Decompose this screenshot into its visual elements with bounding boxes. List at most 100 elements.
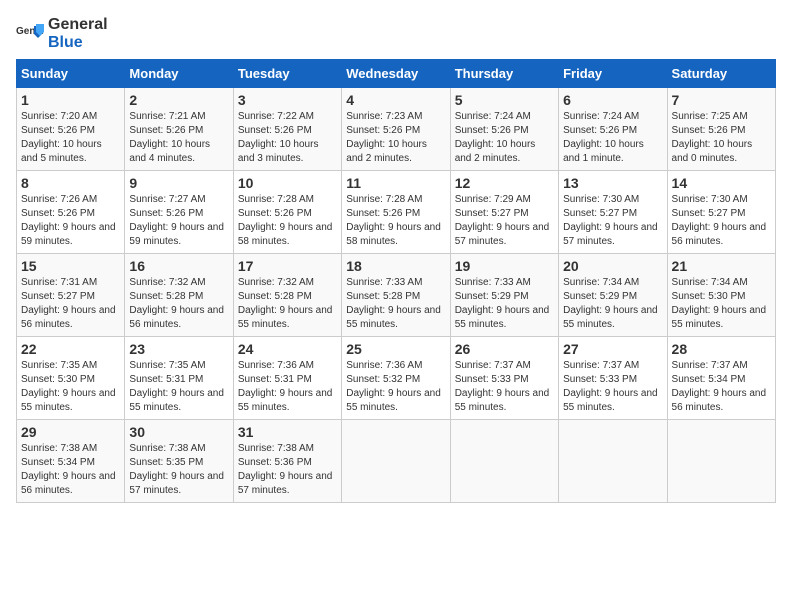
day-info: Sunrise: 7:35 AM Sunset: 5:30 PM Dayligh…: [21, 359, 120, 415]
calendar-header: SundayMondayTuesdayWednesdayThursdayFrid…: [17, 60, 776, 88]
calendar-cell: 13 Sunrise: 7:30 AM Sunset: 5:27 PM Dayl…: [559, 171, 667, 254]
day-info: Sunrise: 7:24 AM Sunset: 5:26 PM Dayligh…: [563, 110, 662, 166]
day-number: 18: [346, 258, 445, 274]
day-number: 8: [21, 175, 120, 191]
calendar-cell: 31 Sunrise: 7:38 AM Sunset: 5:36 PM Dayl…: [233, 420, 341, 503]
calendar-cell: 3 Sunrise: 7:22 AM Sunset: 5:26 PM Dayli…: [233, 88, 341, 171]
day-number: 13: [563, 175, 662, 191]
weekday-header-thursday: Thursday: [450, 60, 558, 88]
logo-icon: General: [16, 20, 44, 48]
weekday-header-saturday: Saturday: [667, 60, 775, 88]
day-number: 23: [129, 341, 228, 357]
day-number: 7: [672, 92, 771, 108]
calendar-cell: [559, 420, 667, 503]
calendar-week-3: 15 Sunrise: 7:31 AM Sunset: 5:27 PM Dayl…: [17, 254, 776, 337]
day-info: Sunrise: 7:32 AM Sunset: 5:28 PM Dayligh…: [129, 276, 228, 332]
day-number: 6: [563, 92, 662, 108]
day-info: Sunrise: 7:22 AM Sunset: 5:26 PM Dayligh…: [238, 110, 337, 166]
day-number: 29: [21, 424, 120, 440]
calendar-cell: 18 Sunrise: 7:33 AM Sunset: 5:28 PM Dayl…: [342, 254, 450, 337]
day-number: 28: [672, 341, 771, 357]
calendar-cell: 7 Sunrise: 7:25 AM Sunset: 5:26 PM Dayli…: [667, 88, 775, 171]
calendar-table: SundayMondayTuesdayWednesdayThursdayFrid…: [16, 59, 776, 503]
day-number: 16: [129, 258, 228, 274]
day-info: Sunrise: 7:27 AM Sunset: 5:26 PM Dayligh…: [129, 193, 228, 249]
day-number: 15: [21, 258, 120, 274]
day-number: 31: [238, 424, 337, 440]
logo-text: General Blue: [48, 16, 108, 51]
calendar-cell: 14 Sunrise: 7:30 AM Sunset: 5:27 PM Dayl…: [667, 171, 775, 254]
calendar-cell: 4 Sunrise: 7:23 AM Sunset: 5:26 PM Dayli…: [342, 88, 450, 171]
calendar-cell: [450, 420, 558, 503]
calendar-cell: 6 Sunrise: 7:24 AM Sunset: 5:26 PM Dayli…: [559, 88, 667, 171]
calendar-cell: 5 Sunrise: 7:24 AM Sunset: 5:26 PM Dayli…: [450, 88, 558, 171]
day-number: 11: [346, 175, 445, 191]
day-info: Sunrise: 7:34 AM Sunset: 5:30 PM Dayligh…: [672, 276, 771, 332]
day-info: Sunrise: 7:33 AM Sunset: 5:28 PM Dayligh…: [346, 276, 445, 332]
calendar-cell: 15 Sunrise: 7:31 AM Sunset: 5:27 PM Dayl…: [17, 254, 125, 337]
weekday-header-wednesday: Wednesday: [342, 60, 450, 88]
day-info: Sunrise: 7:38 AM Sunset: 5:36 PM Dayligh…: [238, 442, 337, 498]
calendar-cell: 22 Sunrise: 7:35 AM Sunset: 5:30 PM Dayl…: [17, 337, 125, 420]
calendar-cell: 11 Sunrise: 7:28 AM Sunset: 5:26 PM Dayl…: [342, 171, 450, 254]
day-info: Sunrise: 7:38 AM Sunset: 5:35 PM Dayligh…: [129, 442, 228, 498]
calendar-cell: 26 Sunrise: 7:37 AM Sunset: 5:33 PM Dayl…: [450, 337, 558, 420]
day-number: 4: [346, 92, 445, 108]
header: General General Blue: [16, 16, 776, 51]
day-info: Sunrise: 7:37 AM Sunset: 5:34 PM Dayligh…: [672, 359, 771, 415]
calendar-cell: 17 Sunrise: 7:32 AM Sunset: 5:28 PM Dayl…: [233, 254, 341, 337]
day-number: 2: [129, 92, 228, 108]
calendar-week-4: 22 Sunrise: 7:35 AM Sunset: 5:30 PM Dayl…: [17, 337, 776, 420]
calendar-cell: 10 Sunrise: 7:28 AM Sunset: 5:26 PM Dayl…: [233, 171, 341, 254]
logo: General General Blue: [16, 16, 108, 51]
day-number: 5: [455, 92, 554, 108]
day-info: Sunrise: 7:30 AM Sunset: 5:27 PM Dayligh…: [563, 193, 662, 249]
weekday-header-monday: Monday: [125, 60, 233, 88]
calendar-cell: [342, 420, 450, 503]
day-info: Sunrise: 7:38 AM Sunset: 5:34 PM Dayligh…: [21, 442, 120, 498]
day-info: Sunrise: 7:20 AM Sunset: 5:26 PM Dayligh…: [21, 110, 120, 166]
day-number: 12: [455, 175, 554, 191]
calendar-week-5: 29 Sunrise: 7:38 AM Sunset: 5:34 PM Dayl…: [17, 420, 776, 503]
calendar-cell: 9 Sunrise: 7:27 AM Sunset: 5:26 PM Dayli…: [125, 171, 233, 254]
day-number: 14: [672, 175, 771, 191]
calendar-week-1: 1 Sunrise: 7:20 AM Sunset: 5:26 PM Dayli…: [17, 88, 776, 171]
day-info: Sunrise: 7:34 AM Sunset: 5:29 PM Dayligh…: [563, 276, 662, 332]
calendar-cell: 8 Sunrise: 7:26 AM Sunset: 5:26 PM Dayli…: [17, 171, 125, 254]
calendar-cell: 24 Sunrise: 7:36 AM Sunset: 5:31 PM Dayl…: [233, 337, 341, 420]
weekday-header-sunday: Sunday: [17, 60, 125, 88]
calendar-week-2: 8 Sunrise: 7:26 AM Sunset: 5:26 PM Dayli…: [17, 171, 776, 254]
day-number: 21: [672, 258, 771, 274]
day-number: 22: [21, 341, 120, 357]
day-number: 10: [238, 175, 337, 191]
calendar-cell: 23 Sunrise: 7:35 AM Sunset: 5:31 PM Dayl…: [125, 337, 233, 420]
calendar-cell: 21 Sunrise: 7:34 AM Sunset: 5:30 PM Dayl…: [667, 254, 775, 337]
day-info: Sunrise: 7:36 AM Sunset: 5:31 PM Dayligh…: [238, 359, 337, 415]
day-info: Sunrise: 7:24 AM Sunset: 5:26 PM Dayligh…: [455, 110, 554, 166]
day-info: Sunrise: 7:35 AM Sunset: 5:31 PM Dayligh…: [129, 359, 228, 415]
weekday-row: SundayMondayTuesdayWednesdayThursdayFrid…: [17, 60, 776, 88]
calendar-cell: 1 Sunrise: 7:20 AM Sunset: 5:26 PM Dayli…: [17, 88, 125, 171]
day-number: 25: [346, 341, 445, 357]
day-info: Sunrise: 7:30 AM Sunset: 5:27 PM Dayligh…: [672, 193, 771, 249]
day-info: Sunrise: 7:29 AM Sunset: 5:27 PM Dayligh…: [455, 193, 554, 249]
day-number: 24: [238, 341, 337, 357]
calendar-cell: 16 Sunrise: 7:32 AM Sunset: 5:28 PM Dayl…: [125, 254, 233, 337]
day-number: 30: [129, 424, 228, 440]
day-info: Sunrise: 7:37 AM Sunset: 5:33 PM Dayligh…: [563, 359, 662, 415]
day-number: 3: [238, 92, 337, 108]
day-info: Sunrise: 7:32 AM Sunset: 5:28 PM Dayligh…: [238, 276, 337, 332]
day-info: Sunrise: 7:28 AM Sunset: 5:26 PM Dayligh…: [346, 193, 445, 249]
day-number: 20: [563, 258, 662, 274]
calendar-cell: 12 Sunrise: 7:29 AM Sunset: 5:27 PM Dayl…: [450, 171, 558, 254]
weekday-header-friday: Friday: [559, 60, 667, 88]
day-number: 17: [238, 258, 337, 274]
day-number: 26: [455, 341, 554, 357]
calendar-cell: 29 Sunrise: 7:38 AM Sunset: 5:34 PM Dayl…: [17, 420, 125, 503]
day-info: Sunrise: 7:31 AM Sunset: 5:27 PM Dayligh…: [21, 276, 120, 332]
calendar-cell: 25 Sunrise: 7:36 AM Sunset: 5:32 PM Dayl…: [342, 337, 450, 420]
day-number: 19: [455, 258, 554, 274]
day-number: 9: [129, 175, 228, 191]
day-number: 1: [21, 92, 120, 108]
calendar-cell: 20 Sunrise: 7:34 AM Sunset: 5:29 PM Dayl…: [559, 254, 667, 337]
